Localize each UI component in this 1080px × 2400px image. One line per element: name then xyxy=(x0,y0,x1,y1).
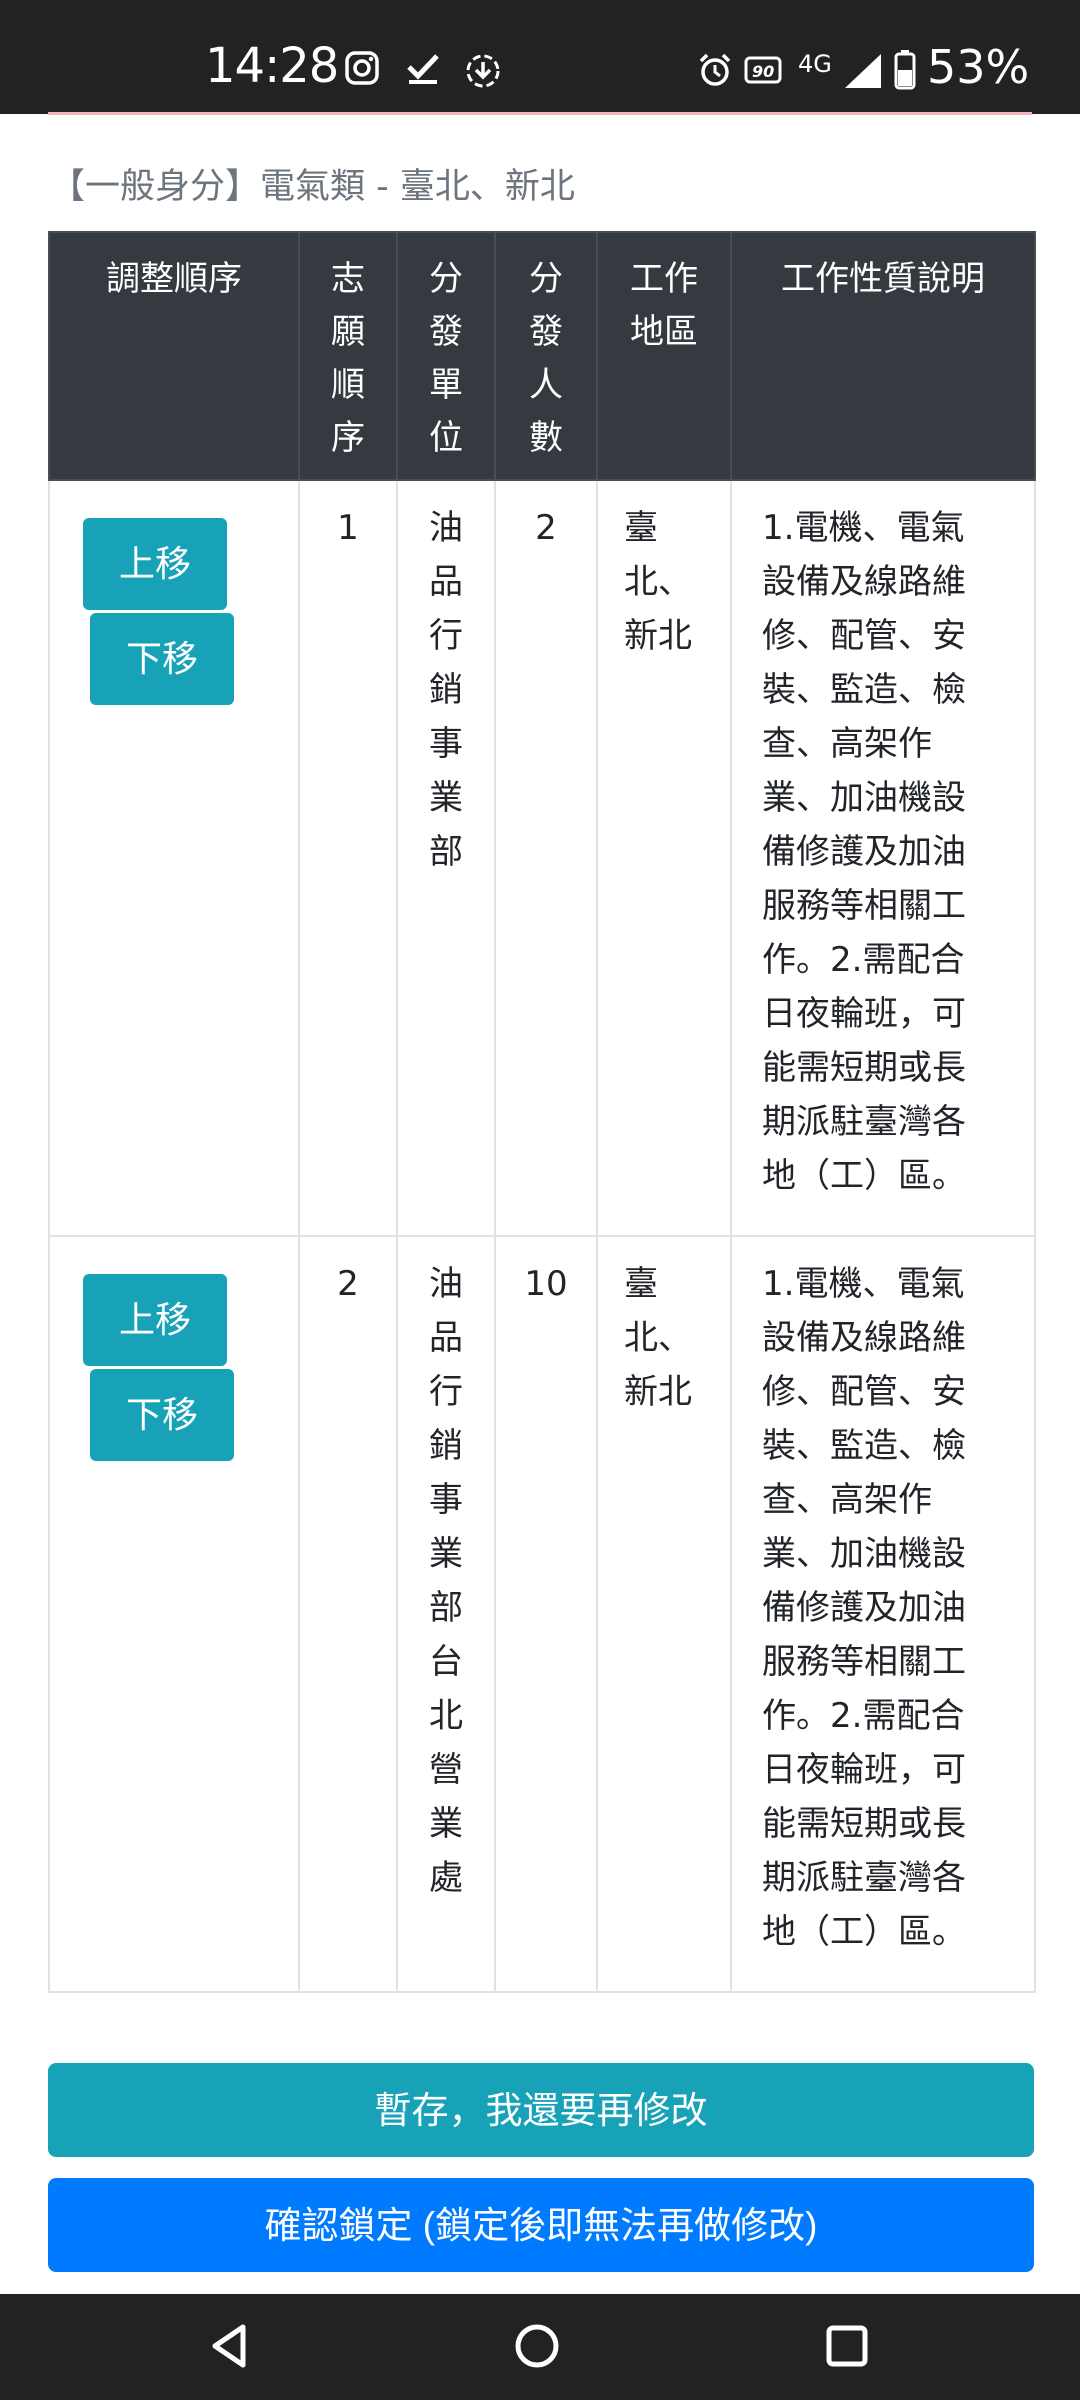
instagram-icon xyxy=(344,50,380,90)
header-order: 志願順序 xyxy=(298,231,398,481)
header-unit: 分發單位 xyxy=(396,231,496,481)
status-bar: 14:28 90 4G 53% xyxy=(0,0,1080,114)
table-header-row: 調整順序 志願順序 分發單位 分發人數 工作地區 工作性質說明 xyxy=(48,231,1036,481)
confirm-lock-button[interactable]: 確認鎖定 (鎖定後即無法再做修改) xyxy=(48,2178,1034,2272)
adjust-cell: 上移 下移 xyxy=(48,1235,300,1993)
header-desc: 工作性質說明 xyxy=(730,231,1036,481)
count-cell: 10 xyxy=(494,1235,598,1993)
network-type: 4G xyxy=(798,50,832,78)
checkmark-icon xyxy=(405,50,441,90)
recents-icon[interactable] xyxy=(822,2321,872,2375)
download-icon xyxy=(464,52,502,94)
order-cell: 2 xyxy=(298,1235,398,1993)
alarm-icon xyxy=(697,52,733,92)
unit-cell: 油品行銷事業部 xyxy=(396,479,496,1237)
unit-cell: 油品行銷事業部台北營業處 xyxy=(396,1235,496,1993)
hd-voice-icon: 90 xyxy=(744,54,784,92)
move-down-button[interactable]: 下移 xyxy=(90,1369,234,1461)
adjust-cell: 上移 下移 xyxy=(48,479,300,1237)
count-cell: 2 xyxy=(494,479,598,1237)
move-up-button[interactable]: 上移 xyxy=(83,518,227,610)
desc-cell: 1.電機、電氣設備及線路維修、配管、安裝、監造、檢查、高架作業、加油機設備修護及… xyxy=(730,1235,1036,1993)
header-count: 分發人數 xyxy=(494,231,598,481)
order-cell: 1 xyxy=(298,479,398,1237)
section-title: 【一般身分】電氣類 - 臺北、新北 xyxy=(50,167,575,207)
home-icon[interactable] xyxy=(512,2321,562,2375)
desc-cell: 1.電機、電氣設備及線路維修、配管、安裝、監造、檢查、高架作業、加油機設備修護及… xyxy=(730,479,1036,1237)
back-icon[interactable] xyxy=(205,2321,255,2375)
battery-icon xyxy=(894,50,916,94)
move-up-button[interactable]: 上移 xyxy=(83,1274,227,1366)
status-time: 14:28 xyxy=(205,38,339,94)
preference-table: 調整順序 志願順序 分發單位 分發人數 工作地區 工作性質說明 上移 下移 1 … xyxy=(48,231,1036,1993)
alert-border xyxy=(48,112,1032,115)
area-cell: 臺北、新北 xyxy=(596,1235,732,1993)
save-draft-button[interactable]: 暫存，我還要再修改 xyxy=(48,2063,1034,2157)
svg-text:90: 90 xyxy=(752,62,774,81)
header-area: 工作地區 xyxy=(596,231,732,481)
area-cell: 臺北、新北 xyxy=(596,479,732,1237)
table-row: 上移 下移 1 油品行銷事業部 2 臺北、新北 1.電機、電氣設備及線路維修、配… xyxy=(48,479,1036,1237)
battery-percent: 53% xyxy=(927,40,1030,94)
header-adjust: 調整順序 xyxy=(48,231,300,481)
move-down-button[interactable]: 下移 xyxy=(90,613,234,705)
table-row: 上移 下移 2 油品行銷事業部台北營業處 10 臺北、新北 1.電機、電氣設備及… xyxy=(48,1235,1036,1993)
navigation-bar xyxy=(0,2294,1080,2400)
signal-icon xyxy=(843,52,883,94)
